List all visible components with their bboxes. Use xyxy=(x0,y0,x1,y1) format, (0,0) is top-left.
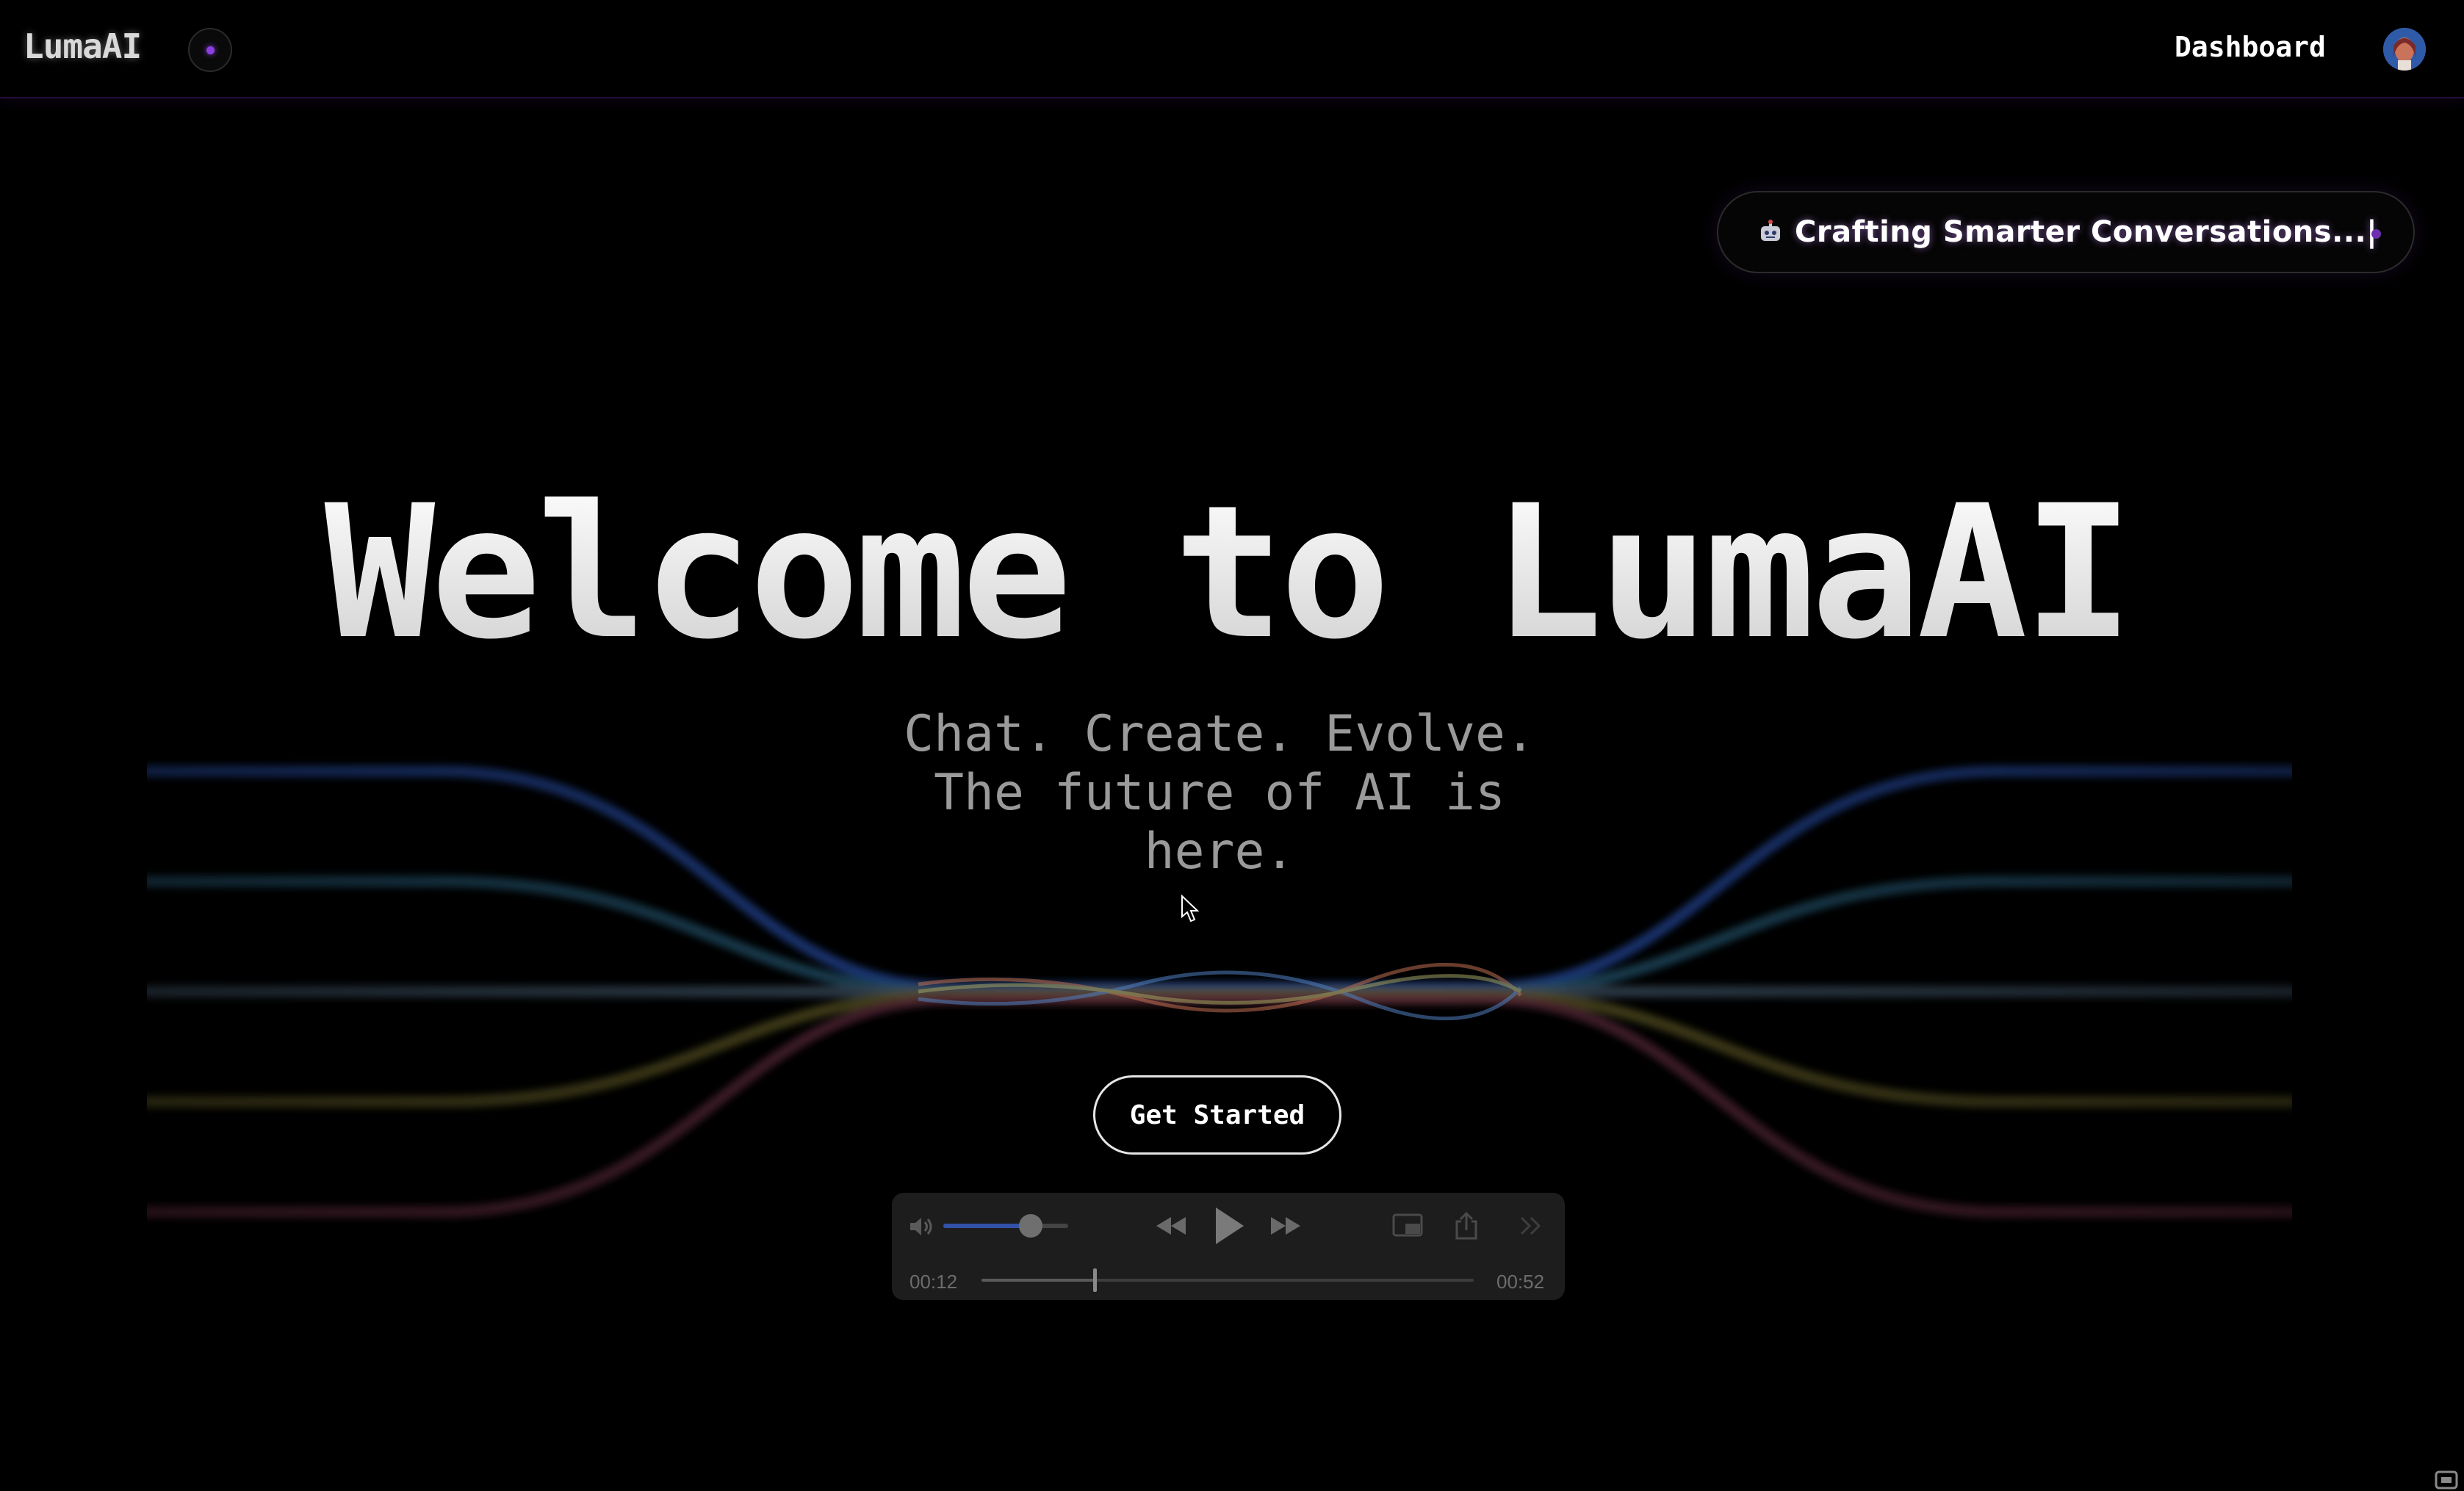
user-avatar[interactable] xyxy=(2383,28,2426,71)
progress-scrubber[interactable] xyxy=(981,1268,1474,1292)
volume-knob[interactable] xyxy=(1019,1214,1042,1238)
share-icon xyxy=(1455,1211,1477,1240)
hero-subtitle-line-1: Chat. Create. Evolve. xyxy=(904,705,1535,763)
avatar-portrait-icon xyxy=(2383,28,2426,71)
progress-playhead[interactable] xyxy=(1093,1268,1098,1292)
chevron-double-right-icon xyxy=(1520,1216,1541,1235)
hero-subtitle-line-2: The future of AI is xyxy=(934,764,1505,822)
rewind-icon xyxy=(1156,1217,1186,1235)
hero-title: Welcome to LumaAI xyxy=(0,470,2454,676)
play-button[interactable] xyxy=(1208,1203,1249,1249)
fast-forward-icon xyxy=(1271,1217,1300,1235)
typing-banner: Crafting Smarter Conversations...| xyxy=(1717,191,2415,273)
hero-subtitle-line-3: here. xyxy=(1144,823,1295,881)
dashboard-link[interactable]: Dashboard xyxy=(2175,31,2326,63)
duration-time: 00:52 xyxy=(1496,1271,1545,1293)
landing-page: LumaAI Dashboard Crafting Smarter Conver… xyxy=(0,0,2464,1491)
get-started-button[interactable]: Get Started xyxy=(1093,1075,1341,1155)
rewind-button[interactable] xyxy=(1152,1207,1190,1244)
mouse-cursor-icon xyxy=(1181,895,1200,923)
media-player: 00:12 00:52 xyxy=(892,1193,1565,1300)
volume-fill xyxy=(943,1224,1031,1228)
fast-forward-button[interactable] xyxy=(1267,1207,1305,1244)
top-navigation-bar: LumaAI Dashboard xyxy=(0,0,2464,98)
play-icon xyxy=(1216,1207,1244,1244)
more-options-button[interactable] xyxy=(1516,1207,1546,1244)
theme-toggle-button[interactable] xyxy=(188,28,232,72)
picture-in-picture-icon xyxy=(1392,1213,1423,1237)
typing-banner-text: Crafting Smarter Conversations...| xyxy=(1795,215,2378,249)
volume-slider[interactable] xyxy=(943,1224,1068,1228)
volume-icon[interactable] xyxy=(908,1215,936,1238)
robot-icon xyxy=(1761,220,1780,241)
share-button[interactable] xyxy=(1452,1207,1481,1244)
wave-line-teal xyxy=(147,876,2292,997)
progress-fill xyxy=(981,1279,1095,1282)
screenshot-capture-icon[interactable] xyxy=(2435,1469,2458,1490)
elapsed-time: 00:12 xyxy=(909,1271,958,1293)
logo[interactable]: LumaAI xyxy=(24,26,142,66)
picture-in-picture-button[interactable] xyxy=(1391,1207,1425,1244)
toggle-dot-icon xyxy=(206,46,215,54)
status-dot-icon xyxy=(2371,229,2381,239)
hero-subtitle: Chat. Create. Evolve. The future of AI i… xyxy=(845,705,1594,881)
